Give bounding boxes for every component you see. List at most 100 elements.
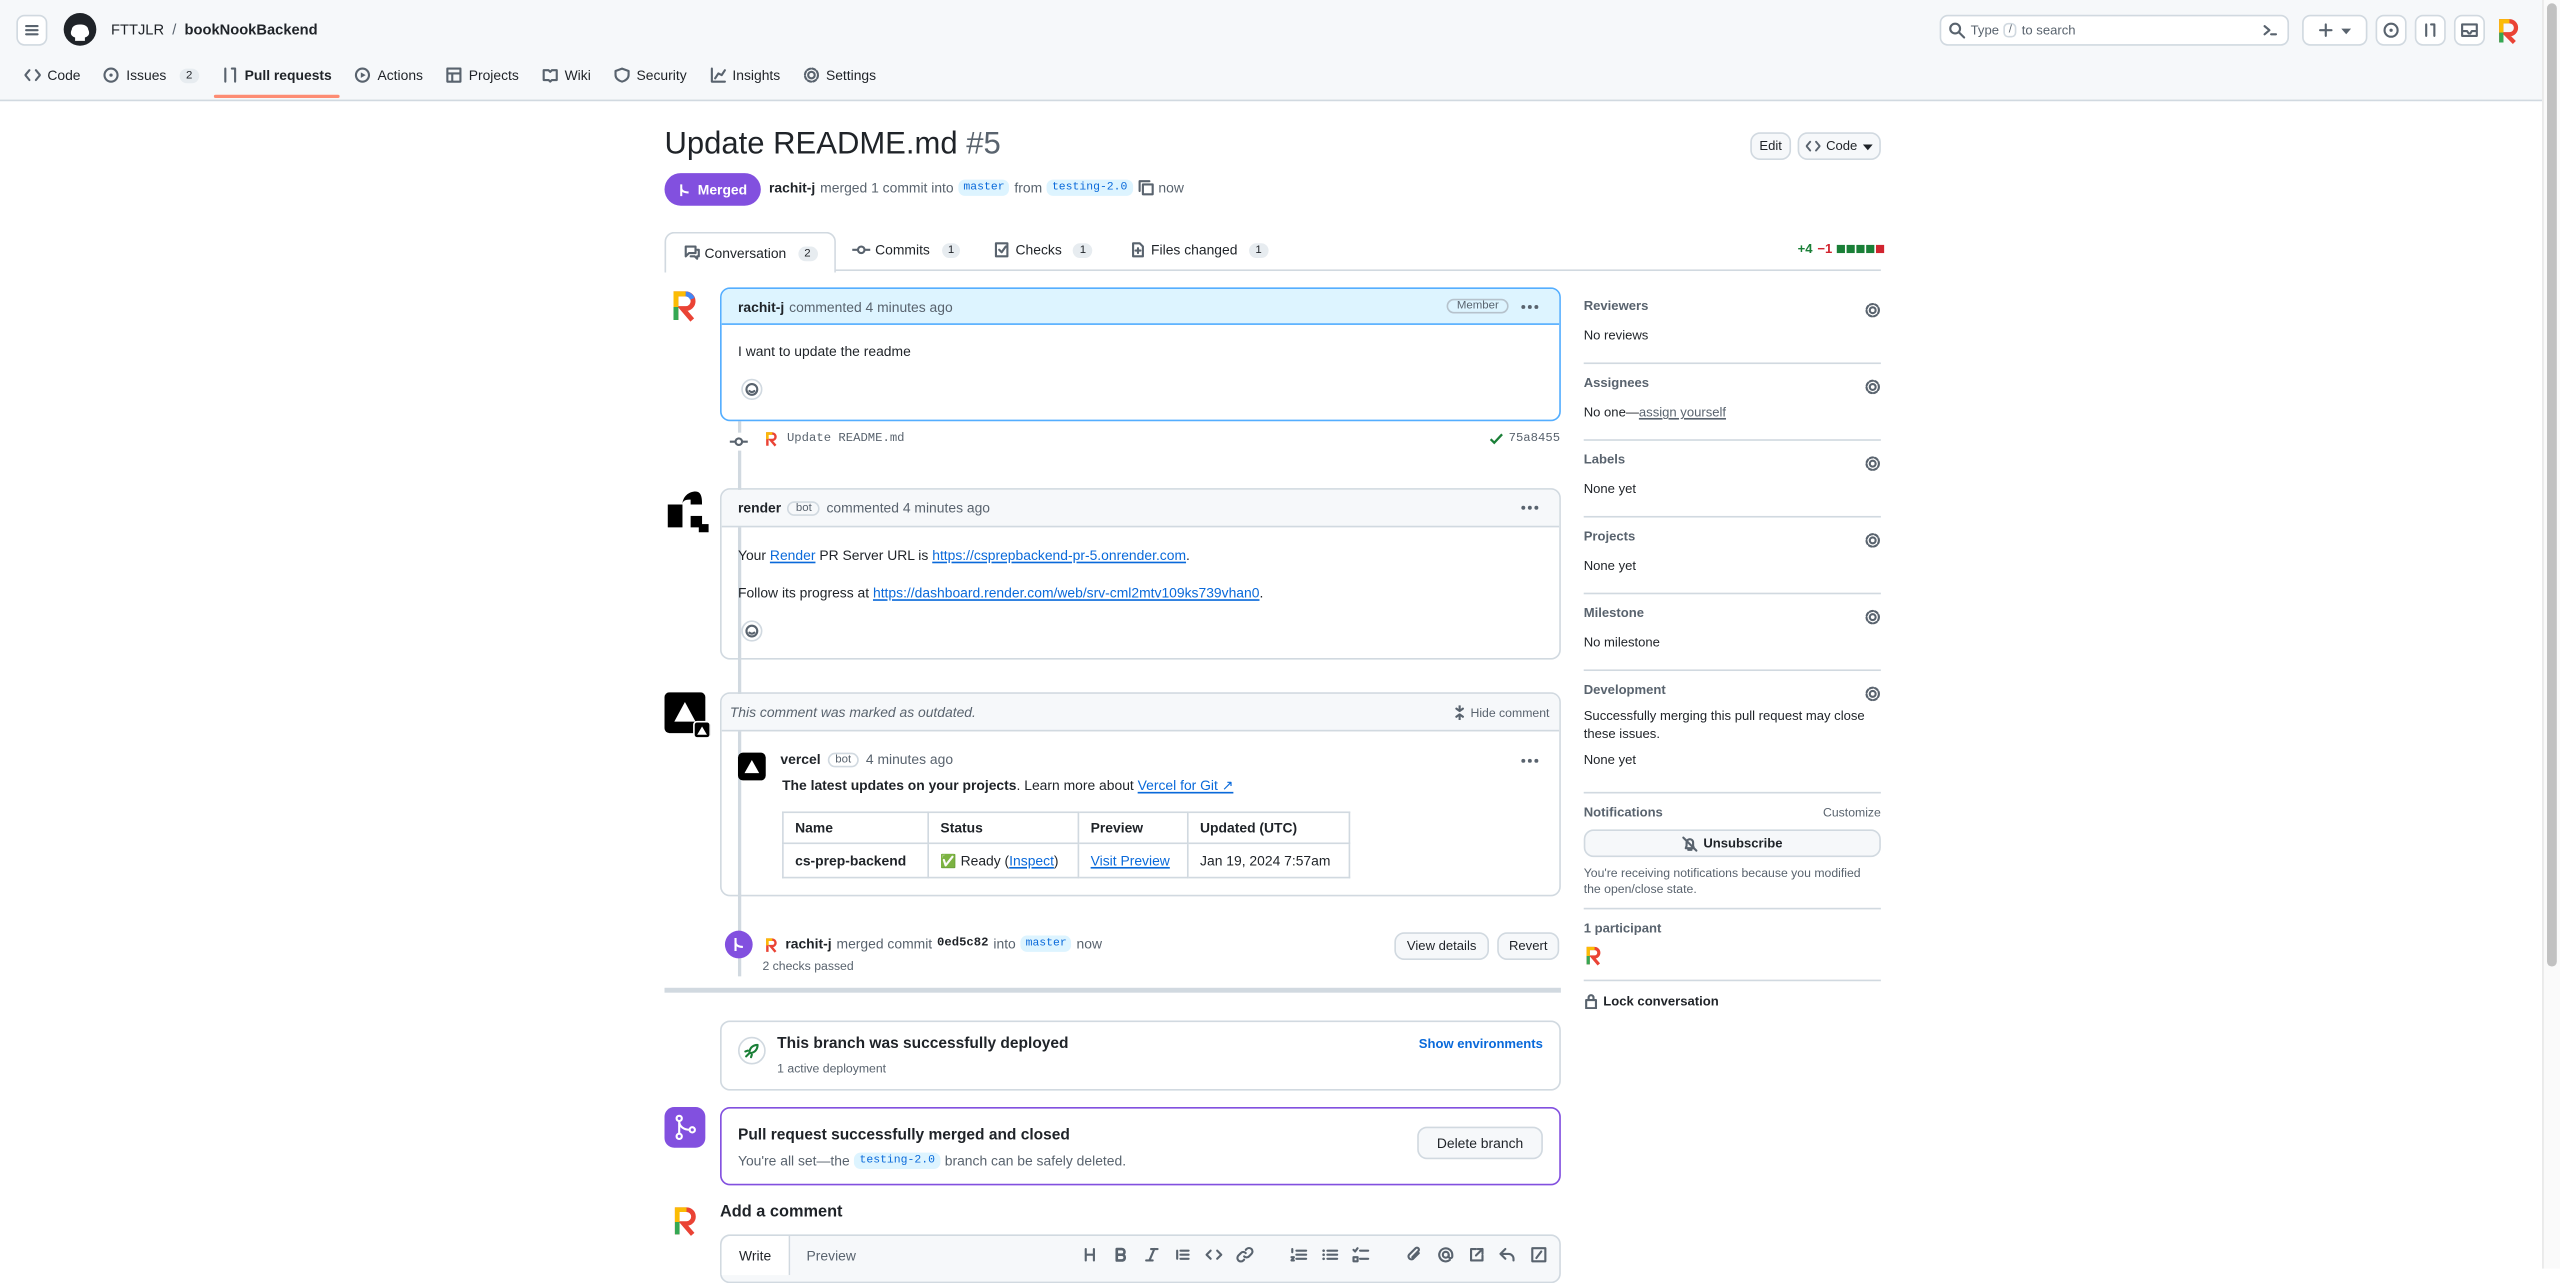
inspect-link[interactable]: Inspect [1009,852,1054,868]
inbox-button[interactable] [2453,14,2485,46]
checks-passed[interactable]: 2 checks passed [762,958,853,973]
vercel-for-git-link[interactable]: Vercel for Git ↗ [1138,777,1234,793]
gear-icon[interactable] [1865,686,1881,702]
issues-button[interactable] [2375,14,2407,46]
tab-commits[interactable]: Commits 1 [852,242,961,258]
mention-icon[interactable] [1437,1246,1455,1264]
nav-pull-requests[interactable]: Pull requests [213,67,340,98]
visit-preview-link[interactable]: Visit Preview [1091,852,1170,868]
tab-write[interactable]: Write [721,1235,791,1276]
vercel-small-avatar [737,752,766,781]
commit-message-link[interactable]: Update README.md [787,433,905,446]
merge-icon [675,1114,696,1141]
repo-name-link[interactable]: bookNookBackend [185,21,318,37]
base-branch[interactable]: master [958,179,1010,196]
gear-icon[interactable] [1865,456,1881,472]
italic-icon[interactable] [1143,1246,1161,1264]
hamburger-icon [25,25,39,36]
view-details-button[interactable]: View details [1394,932,1490,961]
lock-conversation-button[interactable]: Lock conversation [1584,981,1881,1010]
bold-icon[interactable] [1112,1246,1130,1264]
gear-icon[interactable] [1865,302,1881,318]
comment-author-link[interactable]: rachit-j [738,298,784,314]
pr-author-link[interactable]: rachit-j [769,180,815,196]
add-reaction-button[interactable] [741,620,763,642]
pr-title: Update README.md #5 [664,127,1001,162]
gear-icon[interactable] [1865,379,1881,395]
command-palette-icon[interactable] [2261,21,2279,39]
edit-button[interactable]: Edit [1750,132,1792,161]
unsubscribe-button[interactable]: Unsubscribe [1583,829,1881,858]
create-new-button[interactable] [2302,14,2368,46]
participant-avatar[interactable] [1584,945,1604,966]
tab-conversation[interactable]: Conversation 2 [664,231,836,273]
inbox-icon [2461,23,2478,37]
add-reaction-button[interactable] [741,378,763,401]
comment-author-link[interactable]: vercel [780,751,820,767]
slash-commands-icon[interactable] [1530,1246,1548,1264]
merge-author-link[interactable]: rachit-j [785,936,831,952]
tab-preview[interactable]: Preview [807,1247,856,1263]
base-branch[interactable]: master [1020,935,1072,952]
scrollbar[interactable] [2542,0,2560,1269]
reply-icon[interactable] [1499,1246,1517,1264]
gear-icon[interactable] [1865,609,1881,625]
link-icon[interactable] [1236,1246,1254,1264]
deployment-table: Name Status Preview Updated (UTC) cs-pre… [782,811,1351,879]
kebab-horizontal-icon[interactable] [1520,301,1540,311]
render-logo-icon [2499,19,2519,44]
code-icon[interactable] [1205,1246,1223,1264]
dashboard-link[interactable]: https://dashboard.render.com/web/srv-cml… [873,585,1259,601]
kebab-horizontal-icon[interactable] [1520,756,1540,766]
rocket-icon [737,1036,766,1065]
nav-issues[interactable]: Issues 2 [103,67,199,83]
task-list-icon[interactable] [1352,1246,1370,1264]
nav-wiki[interactable]: Wiki [542,67,591,83]
pull-requests-button[interactable] [2414,14,2446,46]
search-input[interactable]: Type / to search [1939,14,2290,46]
comment-body: I want to update the readme [737,342,911,360]
assign-yourself-link[interactable]: assign yourself [1639,405,1726,420]
copy-icon[interactable] [1137,180,1153,196]
check-icon[interactable] [1489,431,1504,446]
nav-security[interactable]: Security [614,67,687,83]
outdated-notice: This comment was marked as outdated. [729,703,976,721]
render-logo-icon [673,291,696,322]
tab-files-changed[interactable]: Files changed 1 [1130,242,1269,258]
show-environments-link[interactable]: Show environments [1419,1037,1543,1052]
commit-sha-link[interactable]: 75a8455 [1509,432,1560,445]
unordered-list-icon[interactable] [1321,1246,1339,1264]
cross-reference-icon[interactable] [1468,1246,1486,1264]
gear-icon[interactable] [1865,532,1881,548]
comment-author-link[interactable]: render [738,500,781,516]
code-dropdown-button[interactable]: Code [1797,132,1881,161]
customize-link[interactable]: Customize [1823,805,1881,820]
heading-icon[interactable] [1081,1246,1099,1264]
ordered-list-icon[interactable] [1290,1246,1308,1264]
repo-owner-link[interactable]: FTTJLR [111,21,164,37]
nav-settings[interactable]: Settings [803,67,876,83]
head-branch[interactable]: testing-2.0 [1047,179,1133,196]
render-link[interactable]: Render [770,547,816,563]
sidebar-labels: Labels None yet [1583,441,1881,518]
comment-body: The latest updates on your projects. Lea… [782,777,1234,794]
user-avatar[interactable] [2493,15,2524,46]
breadcrumb-separator: / [172,21,177,38]
vercel-logo-icon [664,692,711,738]
nav-projects[interactable]: Projects [446,67,519,83]
menu-button[interactable] [16,14,48,46]
merge-sha-link[interactable]: 0ed5c82 [937,937,988,950]
nav-code[interactable]: Code [24,67,81,83]
paperclip-icon[interactable] [1406,1246,1424,1264]
hide-comment-button[interactable]: Hide comment [1453,704,1549,720]
kebab-horizontal-icon[interactable] [1520,503,1540,513]
delete-branch-button[interactable]: Delete branch [1417,1126,1543,1160]
tab-checks[interactable]: Checks 1 [994,242,1093,258]
quote-icon[interactable] [1174,1246,1192,1264]
head-branch[interactable]: testing-2.0 [854,1152,940,1170]
github-logo-icon[interactable] [63,13,97,46]
revert-button[interactable]: Revert [1497,932,1560,961]
nav-actions[interactable]: Actions [355,67,423,83]
nav-insights[interactable]: Insights [710,67,780,83]
server-url-link[interactable]: https://csprepbackend-pr-5.onrender.com [932,547,1186,563]
